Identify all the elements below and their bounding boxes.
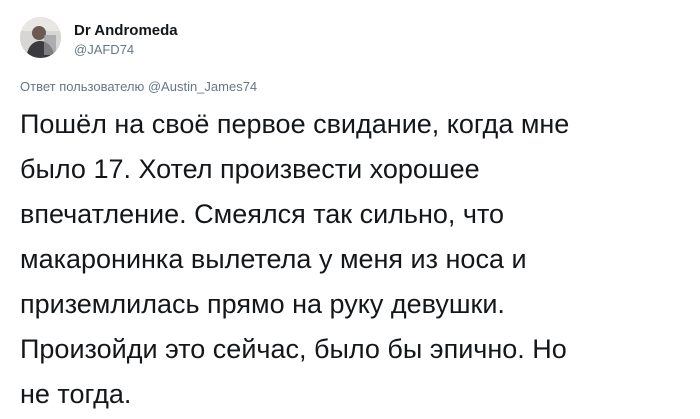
tweet-text-line: приземлилась прямо на руку девушки.	[20, 289, 505, 319]
tweet-text: Пошёл на своё первое свидание, когда мне…	[20, 102, 685, 417]
tweet-card: Dr Andromeda @JAFD74 Ответ пользователю …	[0, 0, 700, 419]
author-display-name[interactable]: Dr Andromeda	[74, 22, 178, 39]
tweet-text-line: Произойди это сейчас, было бы эпично. Но	[20, 334, 567, 364]
reply-to-handle-link[interactable]: @Austin_James74	[148, 79, 257, 94]
tweet-text-line: не тогда.	[20, 379, 132, 409]
tweet-text-line: впечатление. Смеялся так сильно, что	[20, 199, 505, 229]
tweet-text-line: было 17. Хотел произвести хорошее	[20, 154, 480, 184]
reply-prefix: Ответ пользователю	[20, 79, 145, 94]
tweet-text-line: Пошёл на своё первое свидание, когда мне	[20, 109, 570, 139]
author-handle[interactable]: @JAFD74	[74, 42, 134, 57]
user-avatar-icon[interactable]	[20, 17, 61, 58]
tweet-text-line: макаронинка вылетела у меня из носа и	[20, 244, 527, 274]
reply-context: Ответ пользователю @Austin_James74	[20, 79, 257, 94]
